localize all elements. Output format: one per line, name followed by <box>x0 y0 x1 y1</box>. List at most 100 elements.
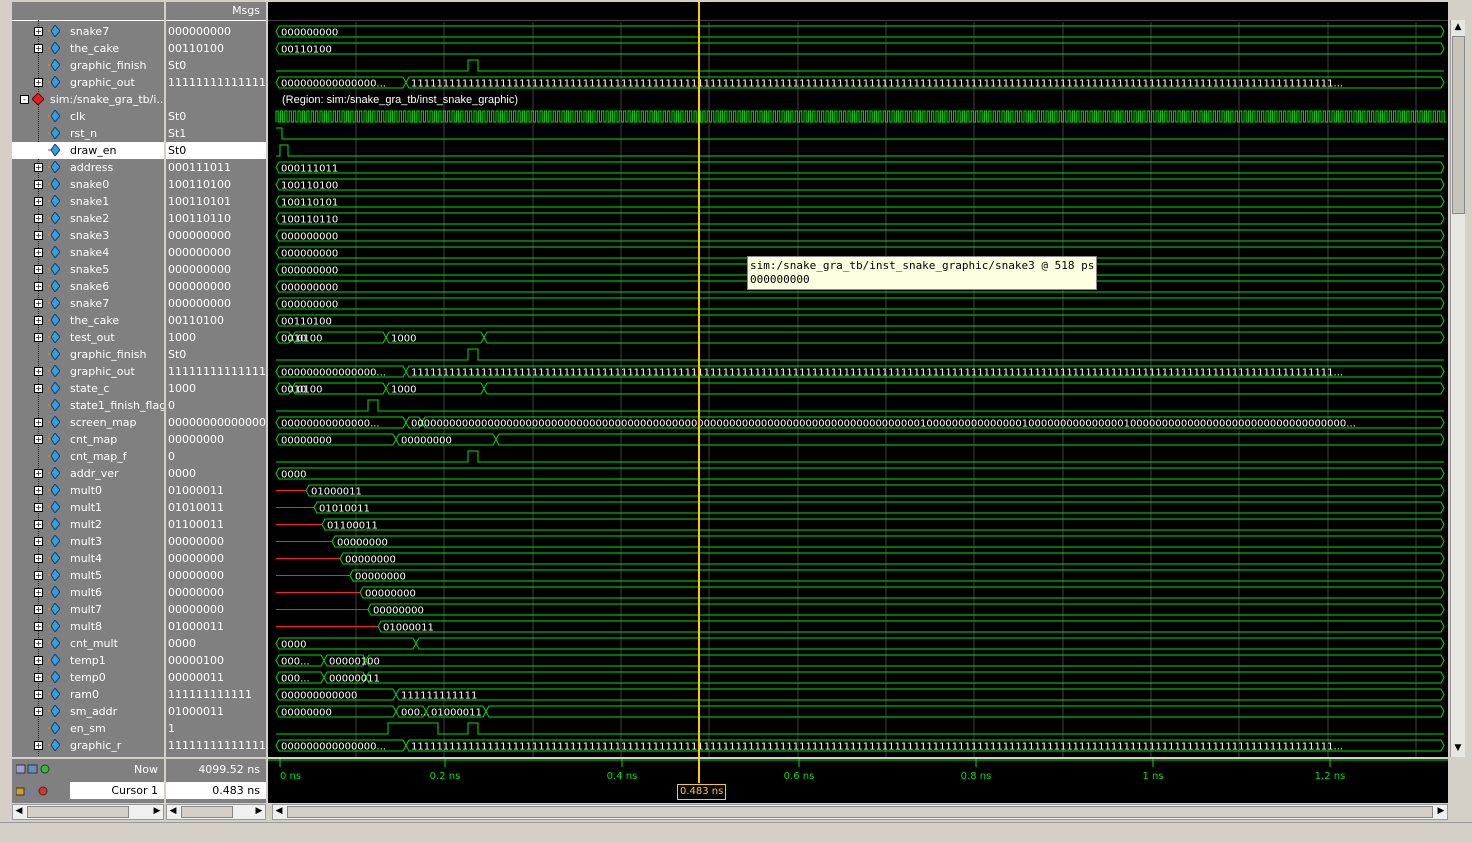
value-row[interactable]: 11111111111111... <box>166 74 266 91</box>
signal-name[interactable]: snake4 <box>70 244 109 261</box>
value-row[interactable]: St0 <box>166 57 266 74</box>
signal-row[interactable]: graphic_finish <box>12 57 164 74</box>
expand-icon[interactable]: + <box>34 180 43 189</box>
value-row[interactable]: 00000000 <box>166 431 266 448</box>
value-row[interactable]: 00000000 <box>166 601 266 618</box>
scroll-right-arrow[interactable]: ▶ <box>150 804 164 818</box>
value-row[interactable]: 111111111111 <box>166 686 266 703</box>
signal-row[interactable]: + mult0 <box>12 482 164 499</box>
value-row[interactable]: 000000000 <box>166 261 266 278</box>
scroll-left-arrow[interactable]: ◀ <box>12 804 26 818</box>
value-row[interactable]: 0000 <box>166 465 266 482</box>
signal-row[interactable]: + ram0 <box>12 686 164 703</box>
signal-name[interactable]: the_cake <box>70 40 119 57</box>
vertical-scrollbar[interactable]: ▲ ▼ <box>1450 20 1465 757</box>
signal-name[interactable]: cnt_map <box>70 431 117 448</box>
value-row[interactable]: 00000000 <box>166 567 266 584</box>
names-hscrollbar[interactable]: ◀ ▶ <box>12 804 164 820</box>
signal-name[interactable]: addr_ver <box>70 465 119 482</box>
signal-name[interactable]: mult0 <box>70 482 102 499</box>
signal-name[interactable]: state1_finish_flag <box>70 397 164 414</box>
expand-icon[interactable]: + <box>34 214 43 223</box>
value-row[interactable]: 0000 <box>166 635 266 652</box>
signal-row[interactable]: + mult4 <box>12 550 164 567</box>
signal-name[interactable]: mult1 <box>70 499 102 516</box>
signal-row[interactable]: + mult1 <box>12 499 164 516</box>
value-row[interactable]: 01010011 <box>166 499 266 516</box>
signal-name[interactable]: mult5 <box>70 567 102 584</box>
expand-icon[interactable]: + <box>34 571 43 580</box>
signal-name[interactable]: cnt_map_f <box>70 448 127 465</box>
signal-row[interactable]: + temp1 <box>12 652 164 669</box>
waveform-pane[interactable]: 000000000 00110100 000000000000000... 11111… <box>268 2 1448 757</box>
signal-row[interactable]: + addr_ver <box>12 465 164 482</box>
signal-name[interactable]: ram0 <box>70 686 99 703</box>
expand-icon[interactable]: + <box>34 282 43 291</box>
signal-name[interactable]: snake1 <box>70 193 109 210</box>
signal-name[interactable]: draw_en <box>70 142 116 159</box>
value-row[interactable]: 00110100 <box>166 40 266 57</box>
signal-row[interactable]: rst_n <box>12 125 164 142</box>
scroll-left-arrow[interactable]: ◀ <box>272 804 286 818</box>
expand-icon[interactable]: + <box>34 78 43 87</box>
waveform-canvas[interactable]: 00000000000110100000000000000000... 11111… <box>268 2 1448 757</box>
value-row[interactable]: 00000100 <box>166 652 266 669</box>
signal-name[interactable]: snake6 <box>70 278 109 295</box>
expand-icon[interactable]: + <box>34 503 43 512</box>
values-hscroll-thumb[interactable] <box>181 806 233 818</box>
expand-icon[interactable]: + <box>34 367 43 376</box>
signal-row[interactable]: + snake1 <box>12 193 164 210</box>
wave-hscroll-thumb[interactable] <box>287 806 1433 818</box>
value-row[interactable]: 1 <box>166 720 266 737</box>
values-hscrollbar[interactable]: ◀ ▶ <box>166 804 266 820</box>
signal-name[interactable]: temp1 <box>70 652 106 669</box>
signal-name[interactable]: rst_n <box>70 125 97 142</box>
expand-icon[interactable]: + <box>34 656 43 665</box>
cursor-toolbar-icon[interactable] <box>16 785 56 797</box>
timeline-ruler[interactable]: 0 ns 0.2 ns 0.4 ns 0.6 ns 0.8 ns 1 ns 1.2 ns <box>268 759 1448 803</box>
signal-name[interactable]: snake7 <box>70 23 109 40</box>
expand-icon[interactable]: + <box>34 588 43 597</box>
signal-name[interactable]: mult4 <box>70 550 102 567</box>
signal-values-pane[interactable]: Msgs 000000000 00110100 St0 11111111111111.… <box>166 2 266 757</box>
signal-name[interactable]: snake5 <box>70 261 109 278</box>
signal-row[interactable]: + snake4 <box>12 244 164 261</box>
signal-row[interactable]: - sim:/snake_gra_tb/i... <box>12 91 164 108</box>
signal-row[interactable]: cnt_map_f <box>12 448 164 465</box>
value-row[interactable]: 000000000 <box>166 278 266 295</box>
vertical-scroll-thumb[interactable] <box>1452 36 1465 214</box>
signal-name[interactable]: the_cake <box>70 312 119 329</box>
expand-icon[interactable]: + <box>34 27 43 36</box>
signal-row[interactable]: + snake2 <box>12 210 164 227</box>
expand-icon[interactable]: + <box>34 554 43 563</box>
signal-row[interactable]: + mult6 <box>12 584 164 601</box>
signal-row[interactable]: + temp0 <box>12 669 164 686</box>
cursor-label[interactable]: Cursor 1 <box>111 784 158 797</box>
signal-row[interactable]: + mult5 <box>12 567 164 584</box>
names-hscroll-thumb[interactable] <box>27 806 129 818</box>
signal-row[interactable]: + mult8 <box>12 618 164 635</box>
signal-name[interactable]: en_sm <box>70 720 106 737</box>
expand-icon[interactable]: + <box>34 163 43 172</box>
value-row[interactable]: 000000000 <box>166 227 266 244</box>
value-row[interactable]: 00000000 <box>166 550 266 567</box>
expand-icon[interactable]: + <box>34 435 43 444</box>
value-row[interactable] <box>166 91 266 108</box>
signal-name[interactable]: mult6 <box>70 584 102 601</box>
signal-name[interactable]: snake2 <box>70 210 109 227</box>
signal-row[interactable]: + mult3 <box>12 533 164 550</box>
signal-name[interactable]: cnt_mult <box>70 635 118 652</box>
value-row[interactable]: 000000000 <box>166 23 266 40</box>
signal-name[interactable]: screen_map <box>70 414 137 431</box>
value-row[interactable]: 11111111111111... <box>166 363 266 380</box>
expand-icon[interactable]: + <box>34 231 43 240</box>
wave-hscrollbar[interactable]: ◀ ▶ <box>272 804 1448 820</box>
value-row[interactable]: 00000000 <box>166 533 266 550</box>
signal-name[interactable]: test_out <box>70 329 115 346</box>
expand-icon[interactable]: + <box>34 197 43 206</box>
value-row[interactable]: 00000000 <box>166 584 266 601</box>
signal-row[interactable]: clk <box>12 108 164 125</box>
value-row[interactable]: St0 <box>166 142 266 159</box>
value-row[interactable]: 000000000 <box>166 244 266 261</box>
expand-icon[interactable]: + <box>34 622 43 631</box>
